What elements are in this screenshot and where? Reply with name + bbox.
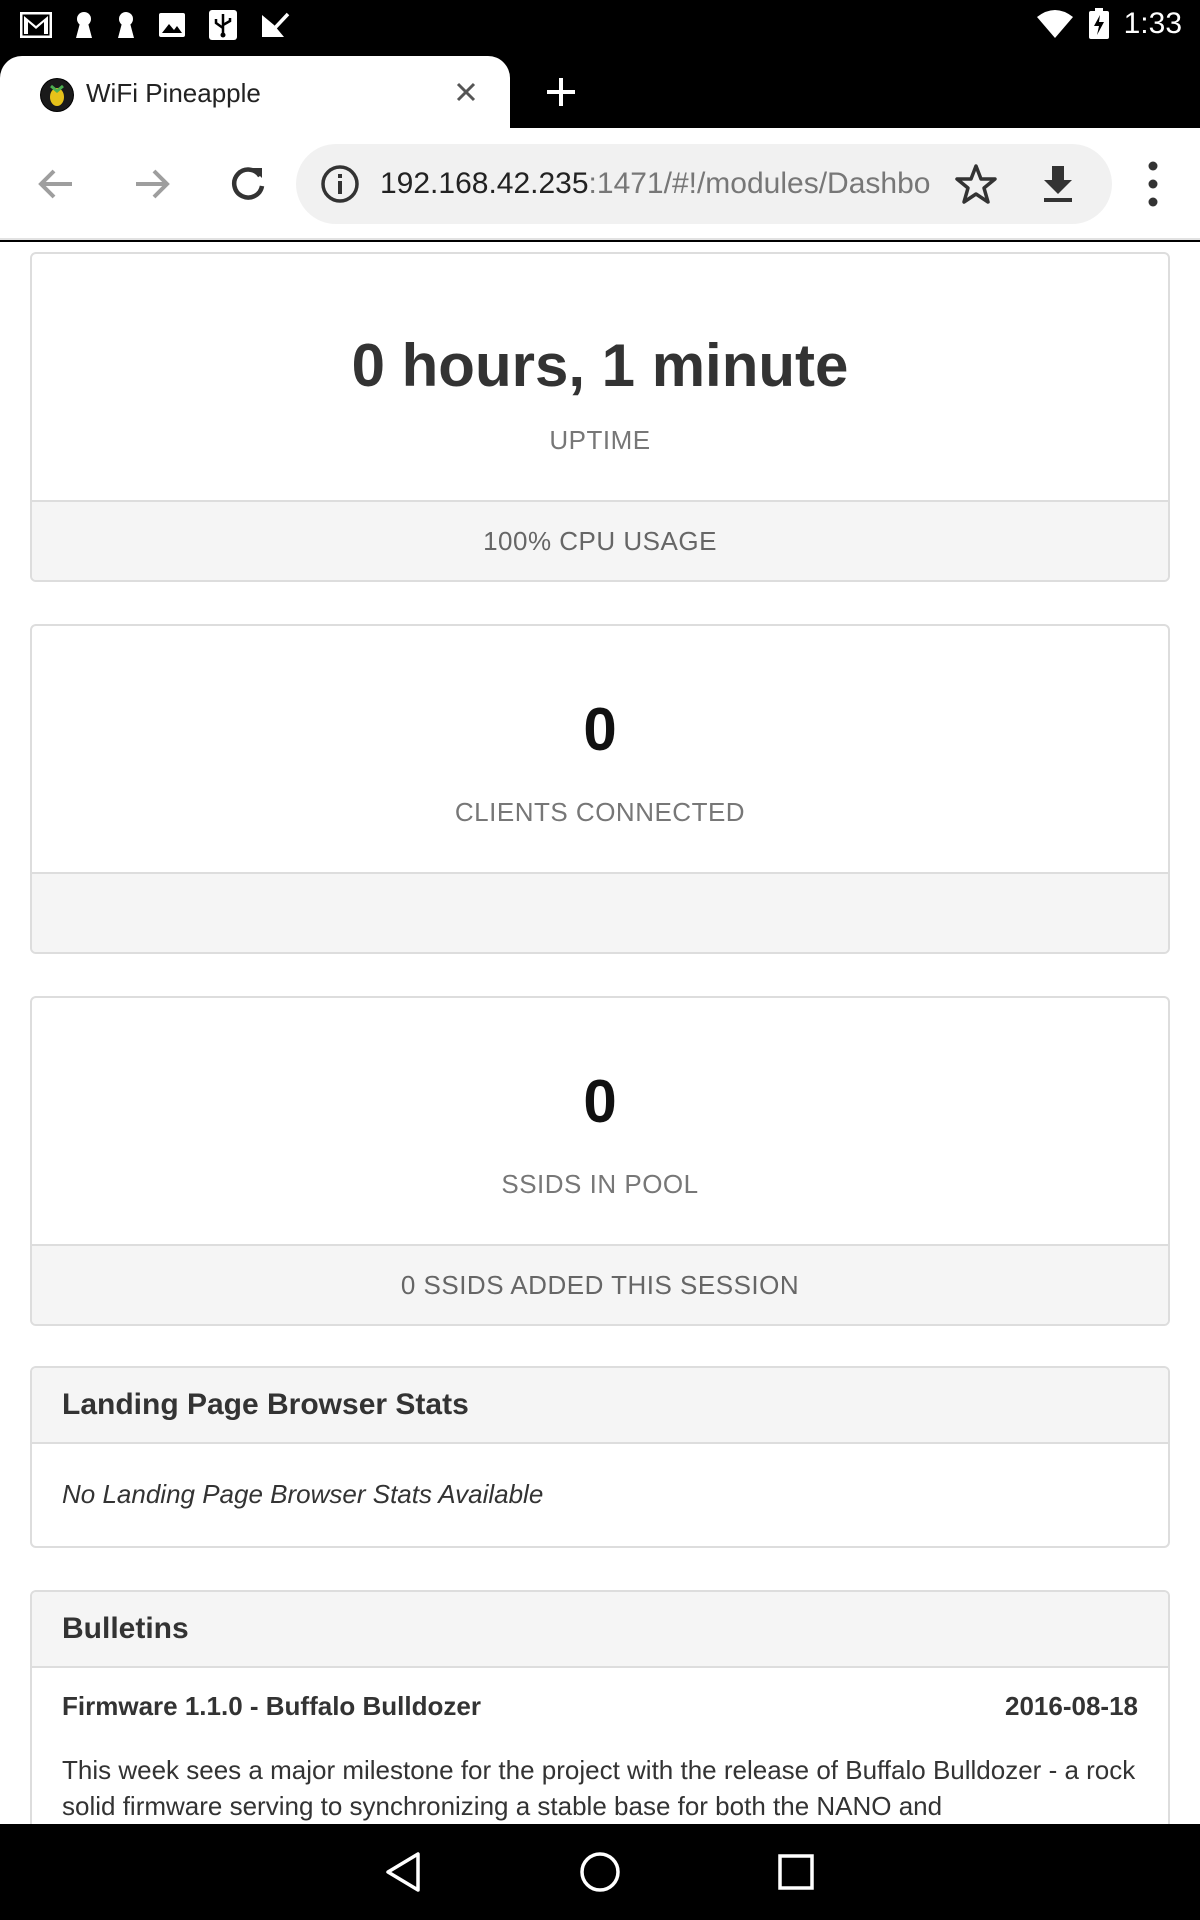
bulletin-item: Firmware 1.1.0 - Buffalo Bulldozer 2016-…: [32, 1668, 1168, 1821]
tab-title: WiFi Pineapple: [86, 78, 261, 108]
clock: 1:33: [1123, 7, 1182, 40]
cpu-usage-footer: 100% CPU USAGE: [32, 500, 1168, 580]
close-icon[interactable]: [448, 74, 484, 110]
ssids-card: 0 SSIDS IN POOL 0 SSIDS ADDED THIS SESSI…: [30, 996, 1170, 1326]
new-tab-plus-icon[interactable]: [541, 72, 581, 112]
tab-strip: WiFi Pineapple: [0, 48, 1200, 128]
uptime-label: UPTIME: [549, 425, 651, 455]
keyhole-icon: [118, 12, 134, 38]
ssids-value: 0: [583, 1068, 617, 1135]
usb-icon: [209, 10, 237, 40]
download-icon[interactable]: [1036, 162, 1080, 206]
image-icon: [159, 13, 185, 37]
status-bar: 1:33: [0, 0, 1200, 48]
bulletin-text: This week sees a major milestone for the…: [62, 1755, 1136, 1821]
tab-wifi-pineapple[interactable]: WiFi Pineapple: [0, 56, 510, 128]
url-path: :1471/#!/modules/Dashboard: [588, 167, 930, 200]
clients-value: 0: [583, 696, 617, 763]
keyhole-icon: [76, 12, 92, 38]
clients-footer: [32, 872, 1168, 952]
url-text[interactable]: 192.168.42.235:1471/#!/modules/Dashboard: [380, 164, 930, 204]
recents-square-icon[interactable]: [772, 1848, 820, 1896]
notification-icons: [20, 9, 290, 41]
clients-body: 0 CLIENTS CONNECTED: [32, 626, 1168, 872]
home-circle-icon[interactable]: [576, 1848, 624, 1896]
uptime-card: 0 hours, 1 minute UPTIME 100% CPU USAGE: [30, 252, 1170, 582]
page-content: 0 hours, 1 minute UPTIME 100% CPU USAGE …: [0, 242, 1200, 1824]
landing-page-stats-empty: No Landing Page Browser Stats Available: [62, 1479, 544, 1509]
landing-page-stats-panel: Landing Page Browser Stats No Landing Pa…: [30, 1366, 1170, 1548]
landing-page-stats-heading: Landing Page Browser Stats: [32, 1368, 1168, 1444]
battery-charging-icon: [1088, 8, 1109, 39]
bookmark-star-icon[interactable]: [954, 162, 998, 206]
browser-toolbar: 192.168.42.235:1471/#!/modules/Dashboard: [0, 128, 1200, 240]
address-bar[interactable]: 192.168.42.235:1471/#!/modules/Dashboard: [296, 144, 1112, 224]
ssids-added-footer: 0 SSIDS ADDED THIS SESSION: [32, 1244, 1168, 1324]
back-arrow-icon[interactable]: [32, 160, 80, 208]
ssids-body: 0 SSIDS IN POOL: [32, 998, 1168, 1244]
uptime-body: 0 hours, 1 minute UPTIME: [32, 254, 1168, 500]
back-triangle-icon[interactable]: [380, 1848, 428, 1896]
clients-card: 0 CLIENTS CONNECTED: [30, 624, 1170, 954]
wifi-icon: [1036, 10, 1073, 38]
overflow-menu-icon[interactable]: [1138, 158, 1168, 210]
ssids-label: SSIDS IN POOL: [501, 1169, 699, 1199]
forward-arrow-icon[interactable]: [128, 160, 176, 208]
url-host: 192.168.42.235: [380, 167, 589, 200]
bulletins-panel: Bulletins Firmware 1.1.0 - Buffalo Bulld…: [30, 1590, 1170, 1824]
bulletin-date: 2016-08-18: [1005, 1691, 1138, 1721]
navigation-bar: [0, 1824, 1200, 1920]
info-icon[interactable]: [320, 164, 360, 204]
system-status: 1:33: [1036, 7, 1182, 41]
bulletins-heading: Bulletins: [32, 1592, 1168, 1668]
uptime-value: 0 hours, 1 minute: [351, 332, 849, 399]
gmail-icon: [20, 12, 52, 38]
reload-icon[interactable]: [224, 160, 272, 208]
check-icon: [262, 12, 290, 37]
clients-label: CLIENTS CONNECTED: [454, 797, 746, 827]
pineapple-favicon-icon: [40, 78, 74, 112]
bulletin-title: Firmware 1.1.0 - Buffalo Bulldozer: [62, 1691, 481, 1721]
